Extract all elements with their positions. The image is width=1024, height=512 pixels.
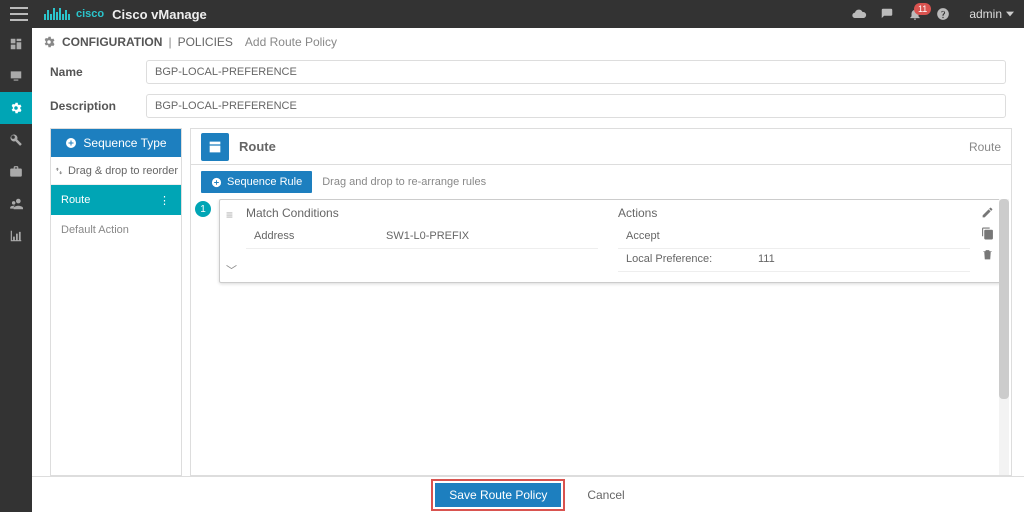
sequence-item-default-action[interactable]: Default Action [51, 215, 181, 245]
nav-maintenance-icon[interactable] [0, 156, 32, 188]
scrollbar-thumb[interactable] [999, 199, 1009, 399]
sequence-rule-button[interactable]: Sequence Rule [201, 171, 312, 193]
action-row-accept: Accept [618, 226, 970, 249]
match-conditions-header: Match Conditions [246, 206, 598, 220]
description-input[interactable] [146, 94, 1006, 118]
nav-admin-icon[interactable] [0, 188, 32, 220]
menu-toggle-icon[interactable] [10, 7, 28, 21]
nav-monitor-icon[interactable] [0, 60, 32, 92]
edit-icon[interactable] [981, 206, 994, 219]
actions-header: Actions [618, 206, 970, 220]
step-badge: 1 [195, 201, 211, 217]
nav-tools-icon[interactable] [0, 124, 32, 156]
copy-icon[interactable] [981, 227, 994, 240]
nav-dashboard-icon[interactable] [0, 28, 32, 60]
user-menu[interactable]: admin [969, 7, 1014, 21]
breadcrumb-secondary[interactable]: POLICIES [178, 35, 233, 49]
app-title: Cisco vManage [112, 7, 207, 22]
action-row-localpref: Local Preference: 111 [618, 249, 970, 272]
route-icon [201, 133, 229, 161]
sequence-item-route[interactable]: Route ⋮ [51, 185, 181, 215]
breadcrumb-tail: Add Route Policy [245, 35, 337, 49]
sequence-panel: Sequence Type Drag & drop to reorder Rou… [50, 128, 182, 476]
save-highlight: Save Route Policy [431, 479, 565, 511]
match-row: Address SW1-L0-PREFIX [246, 226, 598, 249]
breadcrumb: CONFIGURATION | POLICIES Add Route Polic… [32, 28, 1024, 56]
tasks-icon[interactable] [873, 7, 901, 21]
plus-icon [211, 177, 222, 188]
name-label: Name [50, 65, 146, 79]
plus-icon [65, 137, 77, 149]
reorder-icon [54, 166, 64, 176]
description-label: Description [50, 99, 146, 113]
kebab-icon[interactable]: ⋮ [159, 194, 171, 207]
breadcrumb-primary: CONFIGURATION [62, 35, 162, 49]
rule-card[interactable]: ≡ Match Conditions Address SW1-L [219, 199, 1001, 283]
gear-icon [42, 35, 56, 49]
brand-text: cisco [76, 8, 104, 20]
rule-title: Route [239, 139, 276, 154]
help-icon[interactable] [929, 7, 957, 21]
name-input[interactable] [146, 60, 1006, 84]
nav-configuration-icon[interactable] [0, 92, 32, 124]
cancel-button[interactable]: Cancel [587, 488, 624, 502]
sequence-rule-hint: Drag and drop to re-arrange rules [322, 176, 486, 188]
rule-header-right: Route [969, 140, 1001, 154]
nav-analytics-icon[interactable] [0, 220, 32, 252]
save-route-policy-button[interactable]: Save Route Policy [435, 483, 561, 507]
sequence-type-button[interactable]: Sequence Type [51, 129, 181, 157]
chevron-down-icon[interactable]: ﹀ [226, 262, 237, 278]
bell-icon[interactable]: 11 [901, 7, 929, 21]
left-nav [0, 28, 32, 512]
drag-handle-icon[interactable]: ≡ [226, 208, 233, 222]
rule-panel: Route Route Sequence Rule Drag and drop … [190, 128, 1012, 476]
delete-icon[interactable] [981, 248, 994, 261]
cloud-icon[interactable] [845, 6, 873, 22]
drag-hint: Drag & drop to reorder [51, 157, 181, 185]
cisco-logo-icon [44, 8, 70, 20]
